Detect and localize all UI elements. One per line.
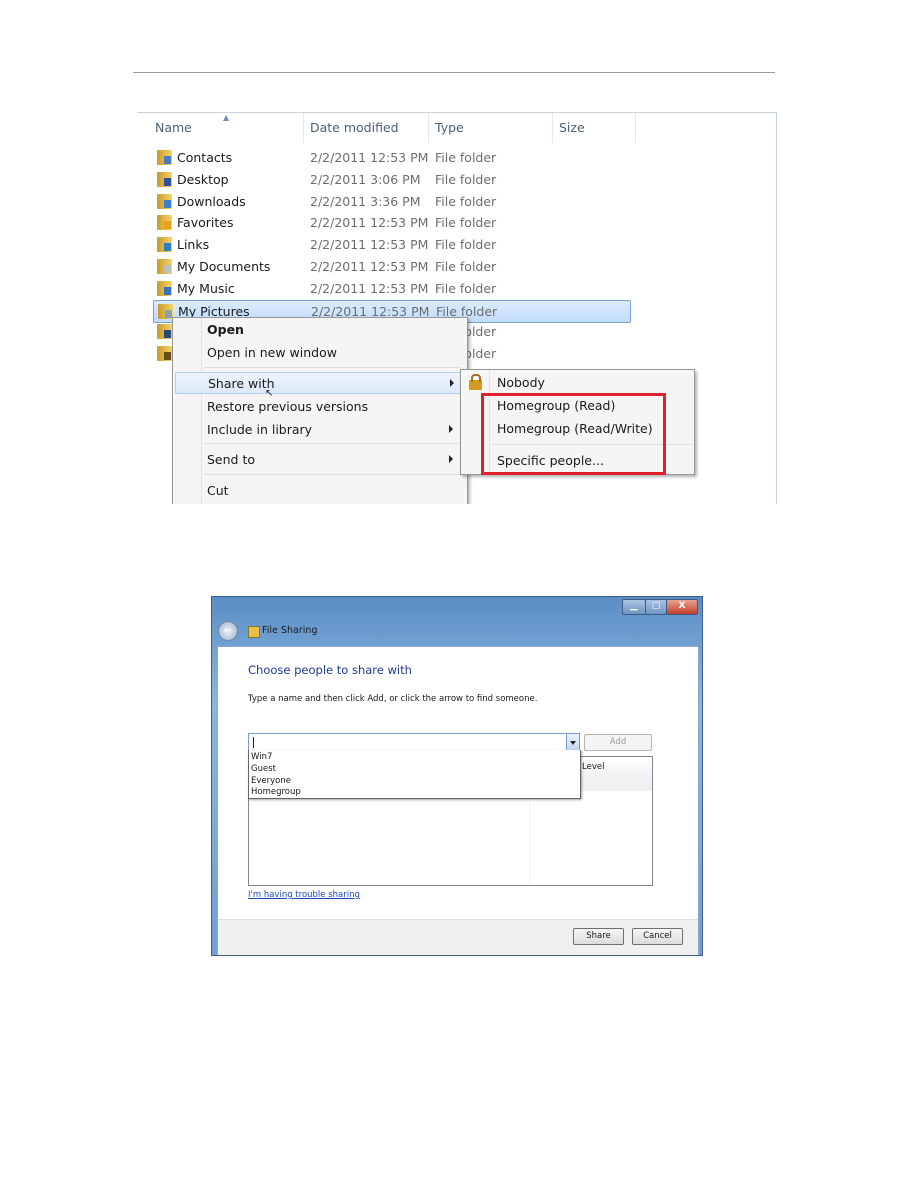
text-caret [253,737,254,748]
column-divider[interactable] [635,113,636,143]
menu-item-cut[interactable]: Cut [207,480,461,500]
column-date[interactable]: Date modified [310,120,399,135]
close-button[interactable]: X [666,599,698,615]
column-divider[interactable] [428,113,429,143]
cancel-button[interactable]: Cancel [632,928,683,945]
file-name: Favorites [177,215,234,231]
menu-separator [204,474,462,475]
menu-item-open-new-window[interactable]: Open in new window [207,342,461,362]
minimize-button[interactable]: ▁ [622,599,646,615]
folder-icon [157,280,172,296]
submenu-arrow-icon [450,379,454,387]
dialog-title: File Sharing [262,625,318,636]
file-type: File folder [435,150,497,165]
folder-icon [157,259,172,274]
file-row[interactable]: My Music 2/2/2011 12:53 PM File folder [153,278,631,299]
file-date: 2/2/2011 3:06 PM [310,171,421,187]
file-type: File folder [435,259,497,274]
instruction-text: Type a name and then click Add, or click… [248,694,538,704]
column-size[interactable]: Size [559,120,585,135]
submenu-arrow-icon [449,455,453,463]
folder-icon [157,150,172,165]
column-divider [529,791,530,885]
submenu-item-nobody[interactable]: Nobody [497,375,545,390]
file-name: Desktop [177,171,229,187]
column-type[interactable]: Type [435,120,464,135]
dropdown-option[interactable]: Win7 [251,752,272,762]
column-name[interactable]: Name [155,120,192,135]
folder-icon [157,324,172,340]
dropdown-option[interactable]: Guest [251,764,276,774]
menu-item-open[interactable]: Open [207,319,461,339]
file-sharing-dialog: ▁ ▢ X ← File Sharing Choose people to sh… [211,596,703,956]
file-name: My Documents [177,259,271,274]
share-button[interactable]: Share [573,928,624,945]
menu-item-include-in-library[interactable]: Include in library [207,419,461,439]
dropdown-option[interactable]: Everyone [251,776,291,786]
file-type: File folder [435,280,497,296]
folder-icon [157,215,172,231]
sort-arrow-icon: ▲ [223,113,230,122]
file-type: File folder [435,215,497,231]
column-divider[interactable] [552,113,553,143]
highlight-box [481,393,666,475]
folder-icon [157,171,172,187]
dialog-content: Choose people to share with Type a name … [217,646,699,955]
file-name: My Music [177,280,235,296]
folder-icon [158,303,173,319]
people-dropdown-list: Win7 Guest Everyone Homegroup [248,750,581,799]
menu-label: Cut [207,483,229,498]
context-menu: Open Open in new window Share with ↖ Res… [172,317,468,504]
column-divider[interactable] [303,113,304,143]
file-name: Downloads [177,193,246,209]
folder-icon [157,237,172,253]
menu-label: Include in library [207,422,313,437]
menu-label: Open [207,322,244,337]
dropdown-arrow-button[interactable] [566,734,579,751]
file-type: File folder [435,237,497,253]
add-button[interactable]: Add [584,734,652,751]
file-sharing-icon [248,626,260,638]
menu-separator [204,443,462,444]
file-row[interactable]: Favorites 2/2/2011 12:53 PM File folder [153,212,631,233]
file-row[interactable]: Links 2/2/2011 12:53 PM File folder [153,234,631,255]
document-page: Name ▲ Date modified Type Size Contacts 2… [0,0,918,1188]
file-date: 2/2/2011 12:53 PM [310,150,429,165]
menu-label: Send to [207,452,256,467]
file-row[interactable]: Desktop 2/2/2011 3:06 PM File folder [153,169,631,190]
file-name: Contacts [177,150,233,165]
file-date: 2/2/2011 12:53 PM [310,280,429,296]
dialog-heading: Choose people to share with [248,663,412,677]
header-rule [133,72,775,73]
file-date: 2/2/2011 12:53 PM [310,237,429,253]
menu-gutter [201,318,202,504]
dialog-footer: Share Cancel [218,919,698,955]
folder-icon [157,193,172,209]
menu-item-send-to[interactable]: Send to [207,449,461,469]
maximize-button[interactable]: ▢ [645,599,667,615]
file-row[interactable]: My Documents 2/2/2011 12:53 PM File folder [153,256,631,277]
file-date: 2/2/2011 12:53 PM [310,259,429,274]
file-type: File folder [435,171,497,187]
dropdown-option[interactable]: Homegroup [251,787,301,797]
menu-label: Open in new window [207,345,337,360]
file-name: Links [177,237,210,253]
file-date: 2/2/2011 12:53 PM [310,215,429,231]
trouble-sharing-link[interactable]: I'm having trouble sharing [248,890,360,900]
explorer-screenshot: Name ▲ Date modified Type Size Contacts 2… [137,112,777,504]
file-date: 2/2/2011 3:36 PM [310,193,421,209]
file-row[interactable]: Contacts 2/2/2011 12:53 PM File folder [153,147,631,168]
menu-label: Restore previous versions [207,399,369,414]
menu-item-share-with[interactable]: Share with [175,372,463,394]
file-row[interactable]: Downloads 2/2/2011 3:36 PM File folder [153,191,631,212]
lock-icon [469,374,482,390]
folder-icon [157,346,172,362]
window-controls: ▁ ▢ X [622,599,698,615]
submenu-arrow-icon [449,425,453,433]
menu-item-restore-previous-versions[interactable]: Restore previous versions [207,396,461,416]
menu-separator [204,367,462,368]
back-arrow-icon[interactable]: ← [218,621,238,641]
file-type: File folder [435,193,497,209]
level-label: Level [582,762,605,772]
